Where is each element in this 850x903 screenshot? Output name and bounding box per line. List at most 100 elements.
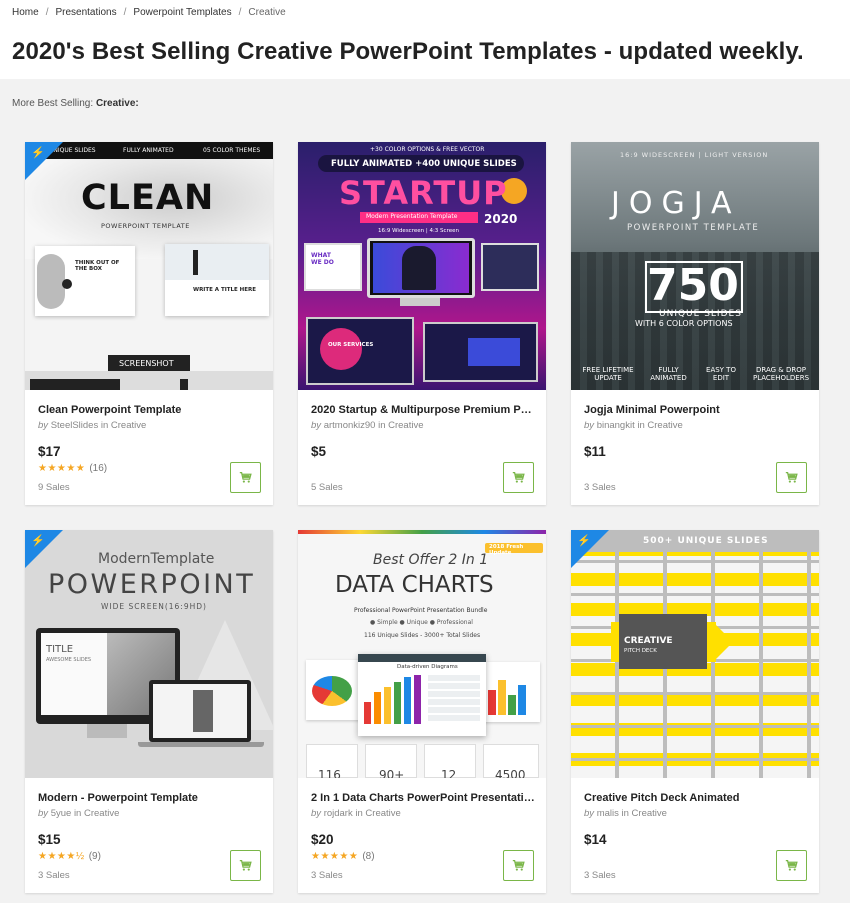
product-thumbnail[interactable]: 16:9 WIDESCREEN | LIGHT VERSION JOGJA PO… [571,142,819,390]
thumb-text: CREATIVE [624,636,673,646]
thumb-chart [468,338,520,366]
product-price: $5 [311,444,327,459]
thumb-text: 116 Unique Slides - 3000+ Total Slides [364,632,481,639]
thumb-text: WITH 6 COLOR OPTIONS [635,319,733,328]
thumb-bar [374,692,381,724]
add-to-cart-button[interactable] [230,462,261,493]
product-title[interactable]: Modern - Powerpoint Template [38,792,263,804]
rating-stars: ★★★★½ (9) [38,851,101,862]
product-title[interactable]: Jogja Minimal Powerpoint [584,404,809,416]
thumb-bar [414,675,421,724]
thumb-monitor-stand [400,298,440,306]
thumb-text: WRITE A TITLE HERE [193,287,257,293]
product-title[interactable]: Creative Pitch Deck Animated [584,792,809,804]
thumb-text: WHAT WE DO [311,252,334,266]
thumb-text: POWERPOINT [48,569,256,600]
author-link[interactable]: binangkit [597,420,635,431]
product-author-line: by artmonkiz90 in Creative [311,420,424,431]
product-thumbnail[interactable]: ⚡ 500+ UNIQUE SLIDES CREATIVE PITCH DECK [571,530,819,778]
thumb-text: JOGJA [611,186,741,221]
in-label: in [355,808,363,819]
thumb-text: FULLY ANIMATED +400 UNIQUE SLIDES [331,159,517,169]
thumb-text: ModernTemplate [98,551,215,567]
product-card[interactable]: +30 COLOR OPTIONS & FREE VECTOR FULLY AN… [298,142,546,505]
add-to-cart-button[interactable] [230,850,261,881]
author-link[interactable]: 5yue [51,808,72,819]
product-price: $20 [311,832,334,847]
thumb-text: FULLY ANIMATED [123,147,174,154]
thumb-text: CLEAN [81,178,215,218]
rating-stars: ★★★★★ (8) [311,851,375,862]
thumb-text: 2018 Fresh Update [489,544,524,556]
thumb-text: POWERPOINT TEMPLATE [101,222,190,230]
thumb-text: AWESOME SLIDES [46,657,92,663]
lightning-icon: ⚡ [577,535,591,547]
by-label: by [311,808,322,819]
author-link[interactable]: rojdark [324,808,353,819]
in-label: in [378,420,386,431]
breadcrumb-home[interactable]: Home [12,7,39,18]
category-link[interactable]: Creative [365,808,400,819]
in-label: in [621,808,629,819]
category-link[interactable]: Creative [647,420,682,431]
by-label: by [584,420,595,431]
lightning-icon: ⚡ [31,535,45,547]
product-title[interactable]: Clean Powerpoint Template [38,404,263,416]
more-category-link[interactable]: Creative: [96,98,139,109]
thumb-text: ● Simple ● Unique ● Professional [370,619,473,626]
product-author-line: by rojdark in Creative [311,808,401,819]
star-icons: ★★★★½ [38,851,85,862]
add-to-cart-button[interactable] [503,850,534,881]
in-label: in [100,420,109,431]
product-price: $11 [584,444,606,459]
product-card[interactable]: ⚡ 500+ UNIQUE SLIDES CREATIVE PITCH DECK… [571,530,819,893]
product-card[interactable]: 16:9 WIDESCREEN | LIGHT VERSION JOGJA PO… [571,142,819,505]
product-thumbnail[interactable]: +30 COLOR OPTIONS & FREE VECTOR FULLY AN… [298,142,546,390]
thumb-text: 12 [441,768,457,778]
thumb-strip-figure [180,379,188,390]
thumb-text: THINK OUT OF THE BOX [75,260,120,272]
thumb-text: 116 [318,768,341,778]
thumb-text: 2020 [484,212,518,226]
category-link[interactable]: Creative [388,420,423,431]
author-link[interactable]: SteelSlides [51,420,99,431]
thumb-portrait [37,254,65,309]
add-to-cart-button[interactable] [776,850,807,881]
sales-count: 3 Sales [311,870,343,881]
breadcrumb-presentations[interactable]: Presentations [55,7,116,18]
thumb-text: +30 COLOR OPTIONS & FREE VECTOR [370,146,485,153]
star-icons: ★★★★★ [38,463,86,474]
add-to-cart-button[interactable] [503,462,534,493]
author-link[interactable]: artmonkiz90 [324,420,376,431]
thumb-arrow-icon [62,279,72,289]
product-card[interactable]: 2018 Fresh Update Best Offer 2 In 1 DATA… [298,530,546,893]
breadcrumb-powerpoint-templates[interactable]: Powerpoint Templates [133,7,231,18]
product-thumbnail[interactable]: ⚡ UNIQUE SLIDES FULLY ANIMATED 05 COLOR … [25,142,273,390]
thumb-bar [498,680,506,715]
product-title[interactable]: 2020 Startup & Multipurpose Premium Powe… [311,404,536,416]
category-link[interactable]: Creative [632,808,667,819]
product-card[interactable]: ⚡ UNIQUE SLIDES FULLY ANIMATED 05 COLOR … [25,142,273,505]
add-to-cart-button[interactable] [776,462,807,493]
star-icons: ★★★★★ [311,851,359,862]
lightning-icon: ⚡ [31,147,45,159]
thumb-text: POWERPOINT TEMPLATE [627,223,760,233]
thumb-bar [384,687,391,724]
thumb-text: OUR SERVICES [328,342,374,348]
product-price: $15 [38,832,61,847]
author-link[interactable]: malis [597,808,619,819]
thumb-text: 05 COLOR THEMES [203,147,261,154]
product-thumbnail[interactable]: 2018 Fresh Update Best Offer 2 In 1 DATA… [298,530,546,778]
product-thumbnail[interactable]: ⚡ ModernTemplate POWERPOINT WIDE SCREEN(… [25,530,273,778]
category-link[interactable]: Creative [84,808,119,819]
thumb-text: PITCH DECK [624,648,657,654]
thumb-text: FREE LIFETIME UPDATE [582,366,634,382]
thumb-titlebar [358,654,486,662]
product-title[interactable]: 2 In 1 Data Charts PowerPoint Presentati… [311,792,536,804]
sales-count: 5 Sales [311,482,343,493]
rating-stars: ★★★★★ (16) [38,463,107,474]
product-card[interactable]: ⚡ ModernTemplate POWERPOINT WIDE SCREEN(… [25,530,273,893]
in-label: in [73,808,82,819]
category-link[interactable]: Creative [111,420,146,431]
thumb-bar [518,685,526,715]
